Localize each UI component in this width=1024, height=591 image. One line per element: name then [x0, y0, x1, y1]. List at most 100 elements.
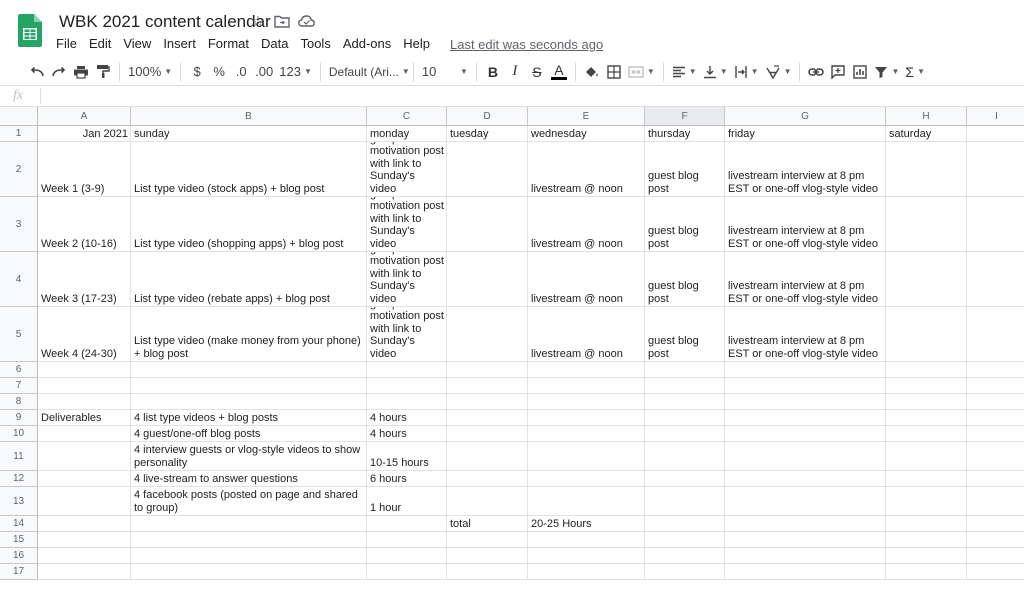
row-header-10[interactable]: 10	[0, 426, 38, 442]
cell-c8[interactable]	[367, 394, 447, 410]
cell-g16[interactable]	[725, 548, 886, 564]
cell-a2[interactable]: Week 1 (3-9)	[38, 142, 131, 197]
cell-c10[interactable]: 4 hours	[367, 426, 447, 442]
cell-g17[interactable]	[725, 564, 886, 580]
cell-b12[interactable]: 4 live-stream to answer questions	[131, 471, 367, 487]
borders-icon[interactable]	[603, 60, 625, 84]
column-header-i[interactable]: I	[967, 107, 1024, 126]
cell-a10[interactable]	[38, 426, 131, 442]
cell-i6[interactable]	[967, 362, 1024, 378]
cell-i3[interactable]	[967, 197, 1024, 252]
cell-e11[interactable]	[528, 442, 645, 471]
cell-e8[interactable]	[528, 394, 645, 410]
cell-e1[interactable]: wednesday	[528, 126, 645, 142]
cell-b10[interactable]: 4 guest/one-off blog posts	[131, 426, 367, 442]
cell-e17[interactable]	[528, 564, 645, 580]
spreadsheet-grid[interactable]: A B C D E F G H I 1 Jan 2021 sunday monday tuesday wed…	[0, 107, 1024, 591]
cell-h16[interactable]	[886, 548, 967, 564]
column-header-a[interactable]: A	[38, 107, 131, 126]
menu-data[interactable]: Data	[257, 35, 292, 53]
cell-g15[interactable]	[725, 532, 886, 548]
cell-f14[interactable]	[645, 516, 725, 532]
cell-g9[interactable]	[725, 410, 886, 426]
cell-c17[interactable]	[367, 564, 447, 580]
cell-i1[interactable]	[967, 126, 1024, 142]
cell-i16[interactable]	[967, 548, 1024, 564]
cell-g1[interactable]: friday	[725, 126, 886, 142]
cell-a9[interactable]: Deliverables	[38, 410, 131, 426]
column-header-g[interactable]: G	[725, 107, 886, 126]
cell-f17[interactable]	[645, 564, 725, 580]
cell-d8[interactable]	[447, 394, 528, 410]
cell-c6[interactable]	[367, 362, 447, 378]
cell-f1[interactable]: thursday	[645, 126, 725, 142]
insert-comment-icon[interactable]	[827, 60, 849, 84]
column-header-c[interactable]: C	[367, 107, 447, 126]
row-header-2[interactable]: 2	[0, 142, 38, 197]
menu-help[interactable]: Help	[399, 35, 434, 53]
cell-c16[interactable]	[367, 548, 447, 564]
cell-d6[interactable]	[447, 362, 528, 378]
cell-h8[interactable]	[886, 394, 967, 410]
filter-icon[interactable]: ▼	[871, 60, 902, 84]
cell-f13[interactable]	[645, 487, 725, 516]
merge-cells-icon[interactable]: ▼	[625, 60, 658, 84]
menu-tools[interactable]: Tools	[296, 35, 334, 53]
row-header-6[interactable]: 6	[0, 362, 38, 378]
cell-e2[interactable]: livestream @ noon	[528, 142, 645, 197]
cell-i9[interactable]	[967, 410, 1024, 426]
menu-view[interactable]: View	[119, 35, 155, 53]
cell-e13[interactable]	[528, 487, 645, 516]
font-size-select[interactable]: 10 ▼	[419, 60, 471, 84]
decrease-decimal-button[interactable]: .0	[230, 60, 252, 84]
cell-f10[interactable]	[645, 426, 725, 442]
star-icon[interactable]: ☆	[249, 12, 267, 30]
column-header-e[interactable]: E	[528, 107, 645, 126]
cell-c1[interactable]: monday	[367, 126, 447, 142]
cell-i10[interactable]	[967, 426, 1024, 442]
horizontal-align-icon[interactable]: ▼	[669, 60, 700, 84]
cell-a1[interactable]: Jan 2021	[38, 126, 131, 142]
cell-h15[interactable]	[886, 532, 967, 548]
fill-color-icon[interactable]	[581, 60, 603, 84]
row-header-16[interactable]: 16	[0, 548, 38, 564]
cell-b9[interactable]: 4 list type videos + blog posts	[131, 410, 367, 426]
cell-g3[interactable]: livestream interview at 8 pm EST or one-…	[725, 197, 886, 252]
cell-e12[interactable]	[528, 471, 645, 487]
cell-i11[interactable]	[967, 442, 1024, 471]
cell-g7[interactable]	[725, 378, 886, 394]
cell-d7[interactable]	[447, 378, 528, 394]
cell-f16[interactable]	[645, 548, 725, 564]
cell-f6[interactable]	[645, 362, 725, 378]
cell-c2[interactable]: facebook group motivation post with link…	[367, 142, 447, 197]
cell-i12[interactable]	[967, 471, 1024, 487]
row-header-17[interactable]: 17	[0, 564, 38, 580]
cell-c7[interactable]	[367, 378, 447, 394]
cell-f9[interactable]	[645, 410, 725, 426]
cell-d12[interactable]	[447, 471, 528, 487]
cell-h14[interactable]	[886, 516, 967, 532]
cell-h3[interactable]	[886, 197, 967, 252]
row-header-1[interactable]: 1	[0, 126, 38, 142]
cell-c12[interactable]: 6 hours	[367, 471, 447, 487]
cell-b17[interactable]	[131, 564, 367, 580]
cell-a16[interactable]	[38, 548, 131, 564]
undo-icon[interactable]	[26, 60, 48, 84]
folder-move-icon[interactable]	[273, 12, 291, 30]
column-header-h[interactable]: H	[886, 107, 967, 126]
currency-format-button[interactable]: $	[186, 60, 208, 84]
cell-e14[interactable]: 20-25 Hours	[528, 516, 645, 532]
row-header-5[interactable]: 5	[0, 307, 38, 362]
row-header-3[interactable]: 3	[0, 197, 38, 252]
cell-b11[interactable]: 4 interview guests or vlog-style videos …	[131, 442, 367, 471]
cell-b5[interactable]: List type video (make money from your ph…	[131, 307, 367, 362]
cell-e6[interactable]	[528, 362, 645, 378]
cell-e7[interactable]	[528, 378, 645, 394]
cell-e9[interactable]	[528, 410, 645, 426]
cell-c14[interactable]	[367, 516, 447, 532]
cell-d11[interactable]	[447, 442, 528, 471]
row-header-12[interactable]: 12	[0, 471, 38, 487]
sheets-logo-icon[interactable]	[18, 14, 42, 47]
cell-f3[interactable]: guest blog post	[645, 197, 725, 252]
cell-c15[interactable]	[367, 532, 447, 548]
